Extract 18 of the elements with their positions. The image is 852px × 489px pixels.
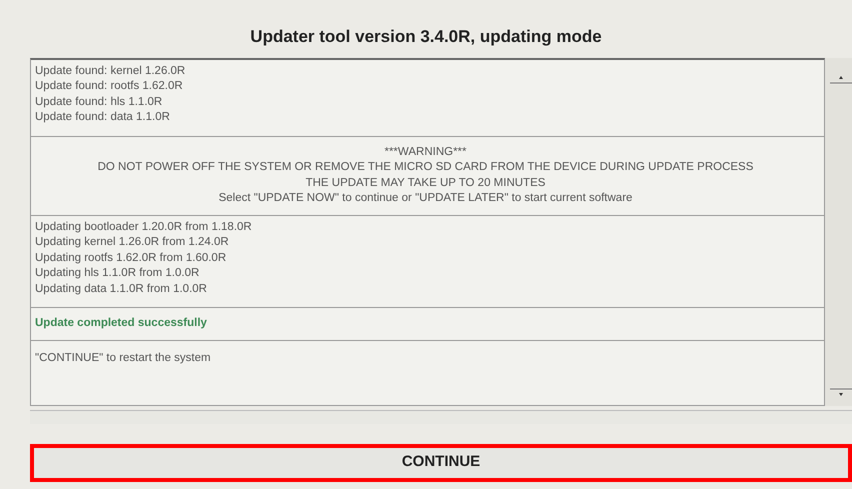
warning-text: ***WARNING*** [383, 144, 468, 160]
warning-text: Select "UPDATE NOW" to continue or "UPDATE LATER" to start current software [218, 191, 634, 206]
log-line: Update found: hls 1.1.0R [35, 94, 164, 110]
log-line: Update found: data 1.1.0R [35, 110, 171, 125]
continue-button[interactable]: CONTINUE [30, 444, 852, 482]
log-line: Updating rootfs 1.62.0R from 1.60.0R [35, 250, 228, 266]
scrollbar[interactable] [825, 58, 852, 406]
log-line: "CONTINUE" to restart the system [35, 350, 212, 366]
log-line: Update found: rootfs 1.62.0R [35, 79, 184, 94]
warning-text: THE UPDATE MAY TAKE UP TO 20 MINUTES [304, 176, 546, 190]
log-line: Updating hls 1.1.0R from 1.0.0R [35, 266, 200, 281]
log-line: Updating bootloader 1.20.0R from 1.18.0R [35, 220, 253, 234]
log-line: Updating kernel 1.26.0R from 1.24.0R [35, 235, 230, 250]
warning-text: DO NOT POWER OFF THE SYSTEM OR REMOVE THE MICRO SD CARD FROM THE DEVICE DURING UPDATE PROCESS [96, 160, 754, 175]
log-line: Update found: kernel 1.26.0R [35, 64, 186, 78]
log-line: Updating data 1.1.0R from 1.0.0R [35, 282, 208, 296]
window-title: Updater tool version 3.4.0R, updating mode [249, 26, 603, 48]
success-message: Update completed successfully [35, 316, 208, 331]
